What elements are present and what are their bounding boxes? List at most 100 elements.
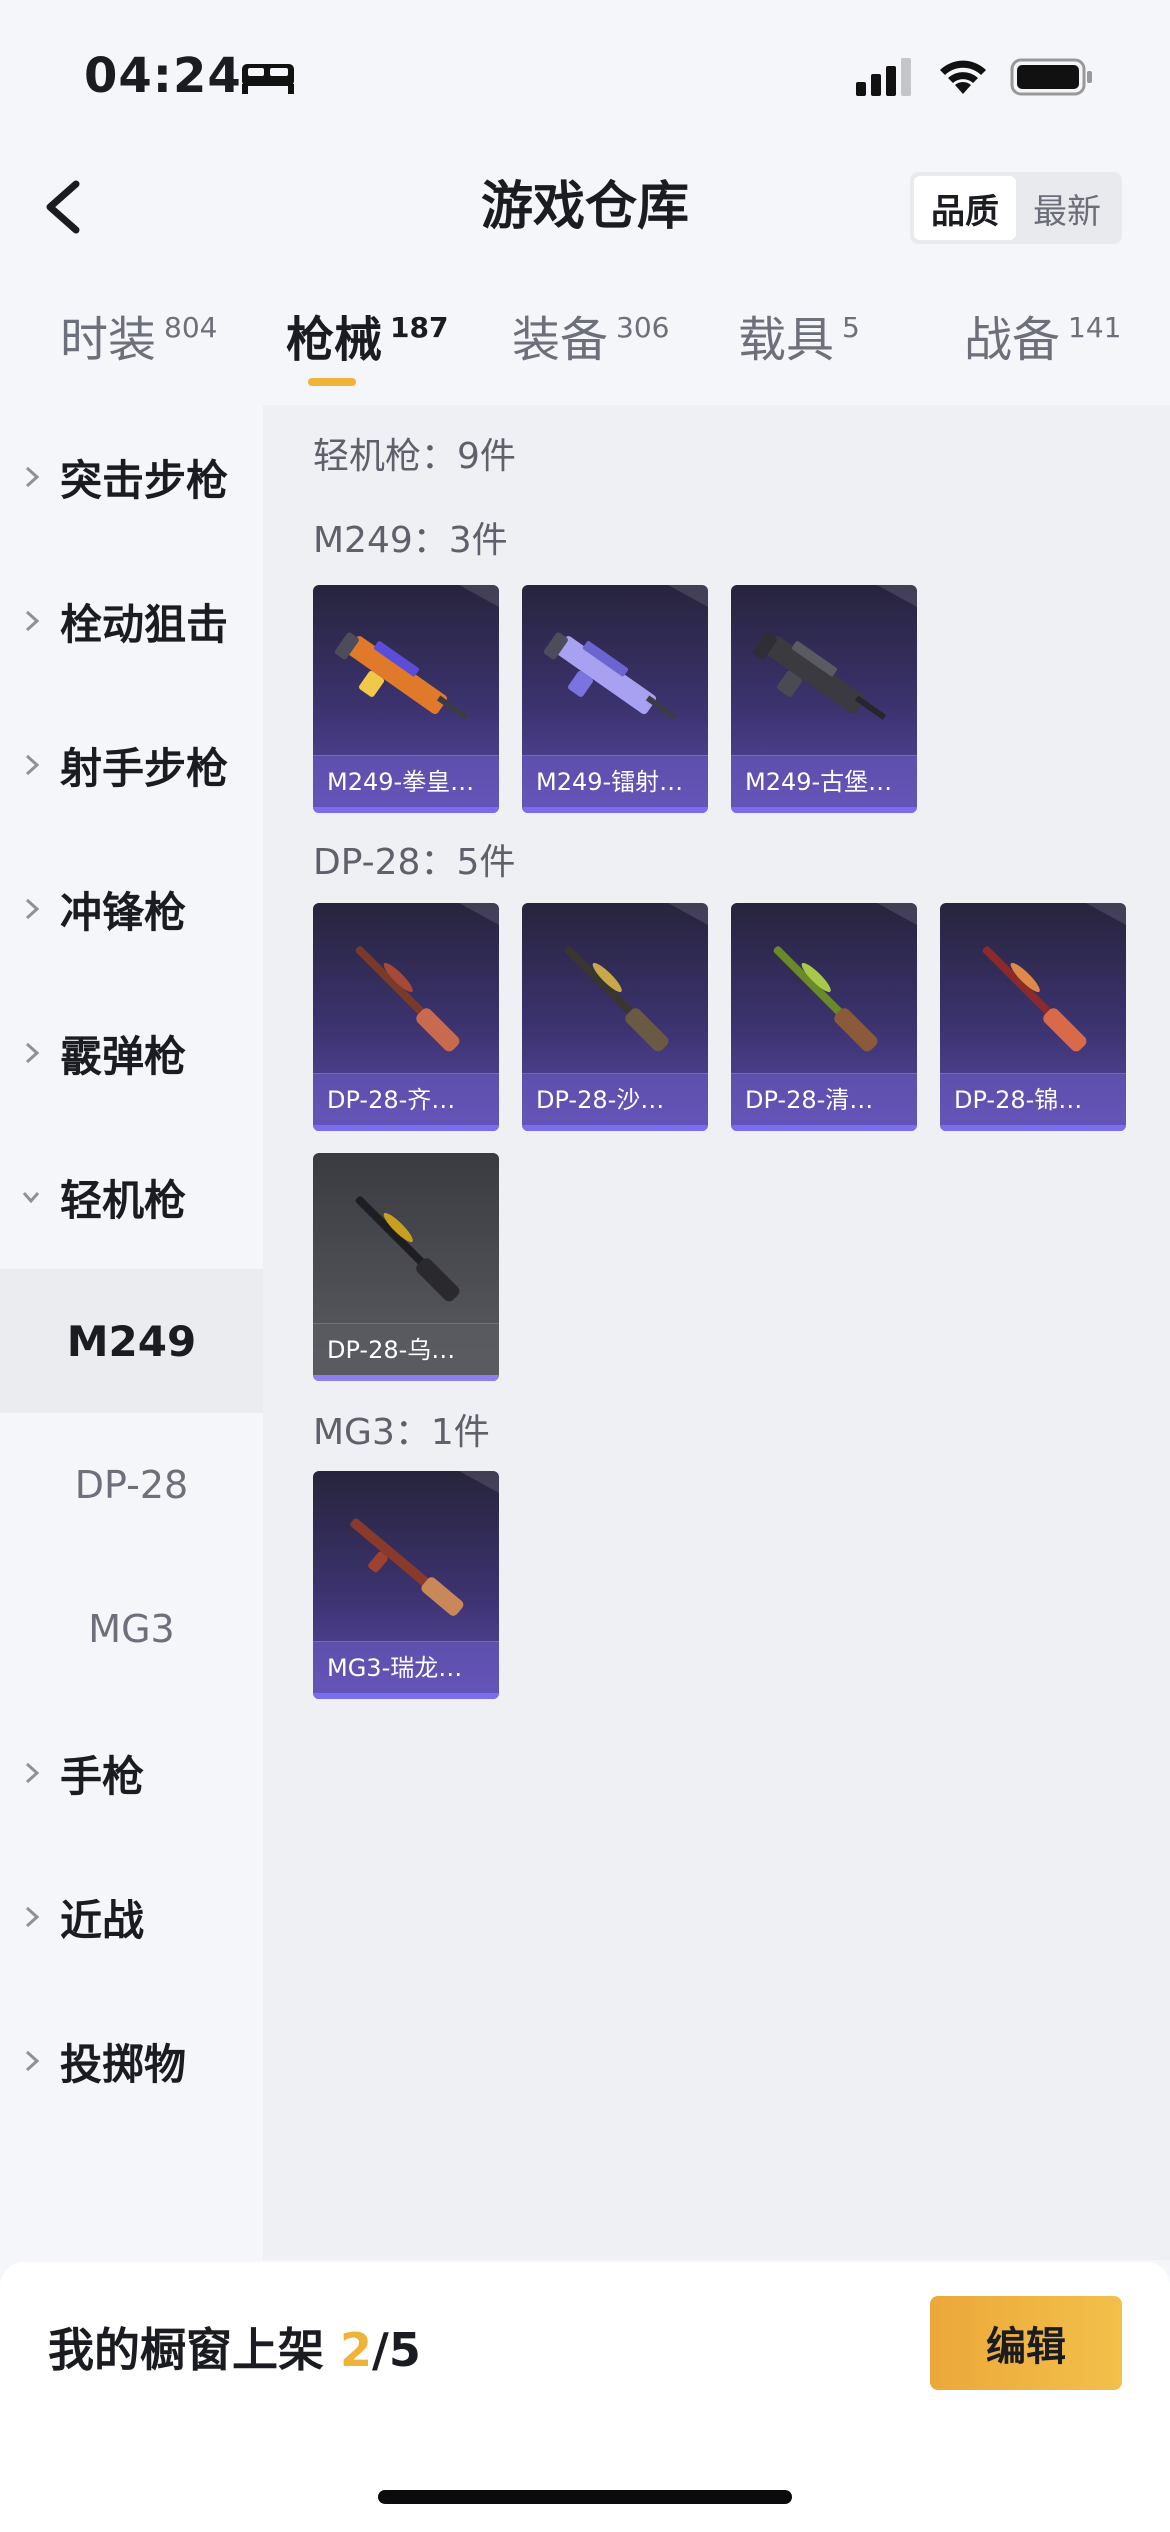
game-warehouse-screen: 04:24 游戏仓库 品质 最新 时装 804 枪械 187 装备 306 载具… <box>0 0 1170 2532</box>
card-corner-decoration <box>459 903 499 925</box>
card-corner-decoration <box>877 903 917 925</box>
item-card-dp28-4[interactable]: DP-28-锦… <box>940 903 1126 1131</box>
card-corner-decoration <box>877 585 917 607</box>
sidebar-item-smgs[interactable]: 冲锋枪 <box>0 837 263 981</box>
rarity-bar <box>522 807 708 813</box>
sidebar-subitem-m249[interactable]: M249 <box>0 1269 263 1413</box>
group-title-m249: M249：3件 <box>313 520 508 561</box>
rarity-bar <box>731 1125 917 1131</box>
sleep-bed-icon <box>242 64 294 94</box>
chevron-right-icon <box>25 1762 40 1784</box>
sidebar-item-throwables[interactable]: 投掷物 <box>0 1989 263 2133</box>
sidebar-item-bolt-snipers[interactable]: 栓动狙击 <box>0 549 263 693</box>
tab-count: 306 <box>616 311 670 344</box>
item-grid-panel: 轻机枪：9件 M249：3件 M249-拳皇… M249-镭射… M249-古堡… <box>263 405 1170 2260</box>
rarity-bar <box>313 1125 499 1131</box>
card-corner-decoration <box>1086 903 1126 925</box>
sidebar-item-marksman-rifles[interactable]: 射手步枪 <box>0 693 263 837</box>
item-card-mg3-1[interactable]: MG3-瑞龙… <box>313 1471 499 1699</box>
chevron-right-icon <box>25 1906 40 1928</box>
sidebar-item-label: 突击步枪 <box>60 455 229 505</box>
group-title-dp28: DP-28：5件 <box>313 842 516 883</box>
showcase-total: /5 <box>372 2323 421 2377</box>
showcase-status: 我的橱窗上架 2/5 <box>48 2314 421 2380</box>
m249-gun-icon <box>752 632 887 720</box>
tab-label: 枪械 <box>286 312 383 368</box>
tab-count: 187 <box>390 311 449 344</box>
sort-toggle: 品质 最新 <box>910 172 1122 244</box>
sidebar-item-label: 冲锋枪 <box>60 887 187 937</box>
item-card-label: DP-28-清… <box>731 1073 917 1125</box>
tab-battle-gear[interactable]: 战备 141 <box>964 300 1121 380</box>
item-card-m249-3[interactable]: M249-古堡… <box>731 585 917 813</box>
dp28-gun-icon <box>982 946 1087 1052</box>
status-bar: 04:24 <box>0 0 1170 150</box>
tab-label: 装备 <box>512 312 609 368</box>
sidebar-item-label: 栓动狙击 <box>60 599 229 649</box>
item-card-label: DP-28-乌… <box>313 1323 499 1375</box>
chevron-right-icon <box>25 754 40 776</box>
card-corner-decoration <box>459 585 499 607</box>
sort-by-quality-button[interactable]: 品质 <box>914 176 1016 240</box>
item-card-dp28-2[interactable]: DP-28-沙… <box>522 903 708 1131</box>
sidebar-item-shotguns[interactable]: 霰弹枪 <box>0 981 263 1125</box>
tab-vehicles[interactable]: 载具 5 <box>738 300 860 380</box>
sidebar-item-label: 轻机枪 <box>60 1175 187 1225</box>
mg3-gun-icon <box>350 1518 464 1616</box>
showcase-prefix: 我的橱窗上架 <box>48 2323 341 2377</box>
item-card-m249-2[interactable]: M249-镭射… <box>522 585 708 813</box>
card-corner-decoration <box>459 1471 499 1493</box>
m249-gun-icon <box>334 632 469 720</box>
card-corner-decoration <box>668 585 708 607</box>
tab-count: 5 <box>842 311 860 344</box>
group-title-mg3: MG3：1件 <box>313 1412 490 1453</box>
item-card-dp28-1[interactable]: DP-28-齐… <box>313 903 499 1131</box>
sidebar-subitem-dp28[interactable]: DP-28 <box>0 1413 263 1557</box>
tab-count: 141 <box>1068 311 1122 344</box>
sidebar-item-label: 近战 <box>60 1895 145 1945</box>
category-tabs: 时装 804 枪械 187 装备 306 载具 5 战备 141 <box>0 300 1170 400</box>
sidebar-item-assault-rifles[interactable]: 突击步枪 <box>0 405 263 549</box>
sidebar-subitem-mg3[interactable]: MG3 <box>0 1557 263 1701</box>
tab-firearms[interactable]: 枪械 187 <box>286 300 448 380</box>
tab-count: 804 <box>164 311 218 344</box>
rarity-bar <box>731 807 917 813</box>
item-card-label: M249-镭射… <box>522 755 708 807</box>
item-card-label: M249-拳皇… <box>313 755 499 807</box>
tab-label: 载具 <box>738 312 835 368</box>
chevron-right-icon <box>25 898 40 920</box>
chevron-right-icon <box>25 610 40 632</box>
item-card-label: DP-28-沙… <box>522 1073 708 1125</box>
category-count-title: 轻机枪：9件 <box>313 436 516 477</box>
item-card-dp28-5[interactable]: DP-28-乌… <box>313 1153 499 1381</box>
item-card-dp28-3[interactable]: DP-28-清… <box>731 903 917 1131</box>
item-card-m249-1[interactable]: M249-拳皇… <box>313 585 499 813</box>
dp28-gun-icon <box>564 946 669 1052</box>
sidebar-item-label: 射手步枪 <box>60 743 229 793</box>
sidebar-item-pistols[interactable]: 手枪 <box>0 1701 263 1845</box>
m249-gun-icon <box>543 632 678 720</box>
rarity-bar <box>313 1693 499 1699</box>
tab-equipment[interactable]: 装备 306 <box>512 300 669 380</box>
home-indicator[interactable] <box>378 2490 792 2504</box>
sidebar-item-melee[interactable]: 近战 <box>0 1845 263 1989</box>
sidebar-item-lmgs[interactable]: 轻机枪 <box>0 1125 263 1269</box>
tab-fashion[interactable]: 时装 804 <box>60 300 217 380</box>
rarity-bar <box>313 1375 499 1381</box>
item-card-label: MG3-瑞龙… <box>313 1641 499 1693</box>
dp28-gun-icon <box>773 946 878 1052</box>
wifi-icon <box>940 60 986 94</box>
showcase-count: 2 <box>340 2323 373 2377</box>
rarity-bar <box>522 1125 708 1131</box>
edit-button[interactable]: 编辑 <box>930 2296 1122 2390</box>
sort-by-newest-button[interactable]: 最新 <box>1016 176 1118 240</box>
rarity-bar <box>313 807 499 813</box>
tab-label: 战备 <box>964 312 1061 368</box>
active-tab-indicator <box>308 378 356 386</box>
chevron-down-icon <box>22 1192 40 1204</box>
chevron-right-icon <box>25 466 40 488</box>
cellular-signal-icon <box>856 58 911 96</box>
sidebar-item-label: 手枪 <box>60 1751 145 1801</box>
chevron-right-icon <box>25 1042 40 1064</box>
item-card-label: DP-28-锦… <box>940 1073 1126 1125</box>
